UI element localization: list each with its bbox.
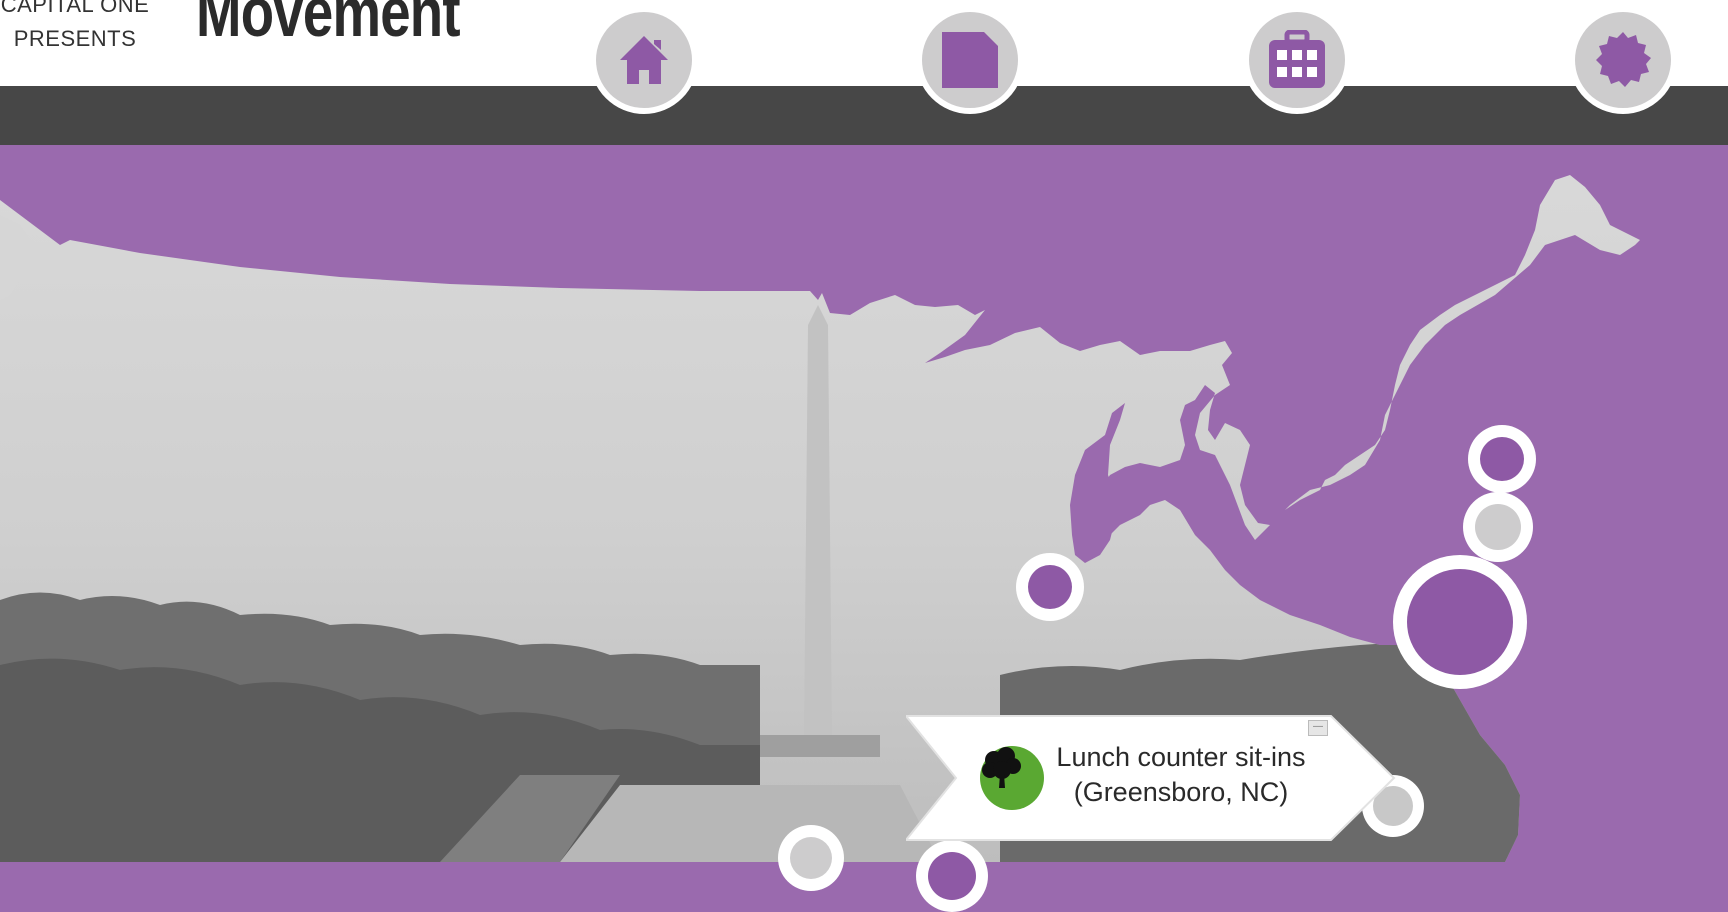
tooltip-text: Lunch counter sit-ins (Greensboro, NC) bbox=[1056, 740, 1306, 810]
marker-dot bbox=[1480, 437, 1524, 481]
nav-calendar-button[interactable] bbox=[1243, 6, 1351, 114]
header: CAPITAL ONE PRESENTS Movement bbox=[0, 0, 1728, 86]
marker-dot bbox=[1028, 565, 1072, 609]
map-marker-south-1[interactable] bbox=[778, 825, 844, 891]
nav-badge-button[interactable] bbox=[1569, 6, 1677, 114]
home-icon bbox=[620, 36, 668, 84]
marker-dot bbox=[1407, 569, 1513, 675]
map-marker-chicago[interactable] bbox=[1016, 553, 1084, 621]
nav-bar bbox=[0, 86, 1728, 145]
map[interactable] bbox=[0, 145, 1728, 912]
tooltip-location: (Greensboro, NC) bbox=[1073, 777, 1289, 807]
marker-dot bbox=[1475, 504, 1521, 550]
brand-line-2: PRESENTS bbox=[13, 26, 137, 51]
tooltip-close-button[interactable]: — bbox=[1308, 720, 1328, 736]
grid-icon bbox=[1269, 30, 1325, 88]
tooltip-title: Lunch counter sit-ins bbox=[1056, 742, 1306, 772]
marker-dot bbox=[790, 837, 832, 879]
marker-dot bbox=[928, 852, 976, 900]
square-icon bbox=[942, 32, 998, 88]
nav-home-button[interactable] bbox=[590, 6, 698, 114]
map-marker-boston[interactable] bbox=[1468, 425, 1536, 493]
us-map-photo bbox=[0, 175, 1640, 862]
brand-line-1: CAPITAL ONE bbox=[0, 0, 150, 17]
map-marker-south-2[interactable] bbox=[916, 840, 988, 912]
map-marker-new-york[interactable] bbox=[1463, 492, 1533, 562]
brand-tagline: CAPITAL ONE PRESENTS bbox=[0, 0, 150, 56]
nav-page-button[interactable] bbox=[916, 6, 1024, 114]
event-tooltip[interactable]: Lunch counter sit-ins (Greensboro, NC) — bbox=[906, 714, 1396, 842]
page-title: Movement bbox=[196, 0, 461, 51]
badge-icon bbox=[1596, 32, 1651, 87]
map-marker-washington-dc[interactable] bbox=[1393, 555, 1527, 689]
tree-icon bbox=[980, 746, 1044, 810]
